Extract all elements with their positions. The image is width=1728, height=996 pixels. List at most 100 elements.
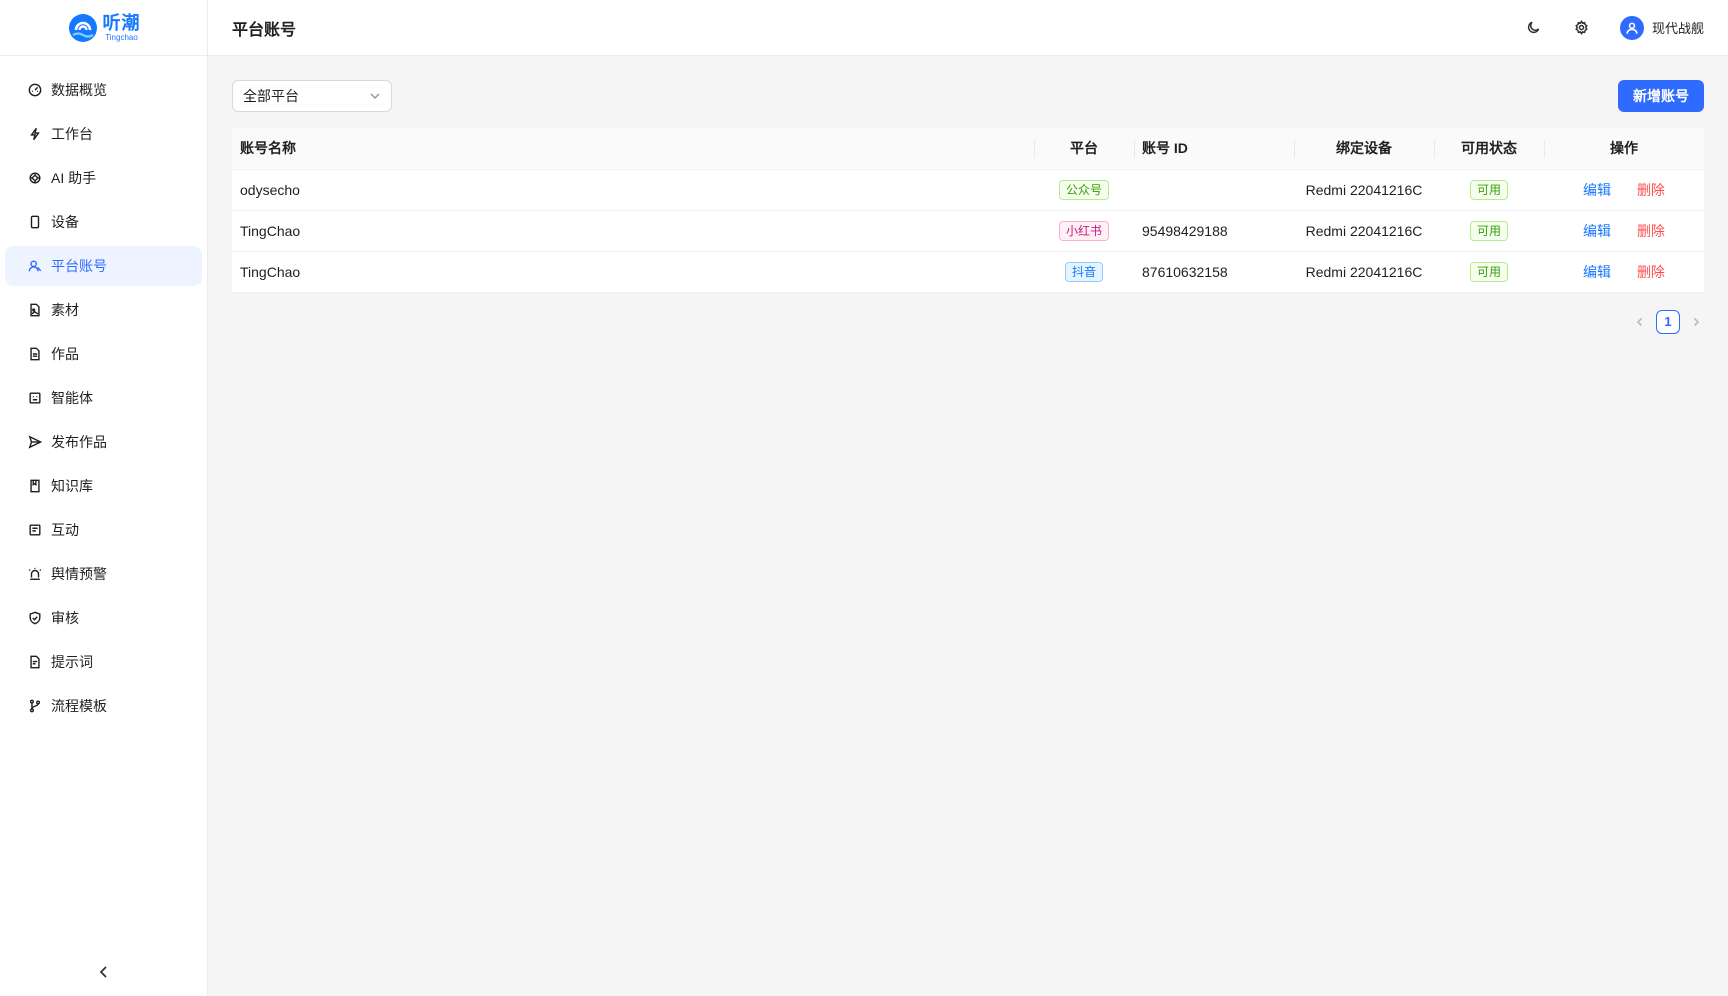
sidebar-item-label: 素材 [51,302,79,318]
table-row: TingChao 抖音 87610632158 Redmi 22041216C … [232,251,1704,293]
column-header-bound-device[interactable]: 绑定设备 [1294,128,1434,170]
status-badge: 可用 [1469,179,1508,200]
sidebar-item-flow-templates[interactable]: 流程模板 [5,686,202,726]
siren-icon [27,566,43,582]
sidebar-item-label: 设备 [51,214,79,230]
sidebar-item-label: AI 助手 [51,170,97,186]
gear-icon [1575,20,1589,35]
logo-name-en: Tingchao [105,32,138,42]
table-row: TingChao 小红书 95498429188 Redmi 22041216C… [232,210,1704,252]
page-number-current[interactable]: 1 [1656,309,1680,334]
user-accounts-icon [27,258,43,274]
sidebar-item-label: 发布作品 [51,434,107,450]
pagination: 1 [232,309,1704,334]
sidebar-item-label: 平台账号 [51,258,107,274]
message-square-icon [27,522,43,538]
sidebar-item-label: 流程模板 [51,698,107,714]
logo-icon [68,13,97,42]
prev-page-button[interactable] [1632,310,1648,334]
column-header-account-name[interactable]: 账号名称 [232,128,1034,170]
sidebar-item-materials[interactable]: 素材 [5,290,202,330]
theme-toggle-button[interactable] [1524,18,1544,38]
sidebar-item-works[interactable]: 作品 [5,334,202,374]
file-prompt-icon [27,654,43,670]
phone-icon [27,214,43,230]
user-icon [1626,22,1638,34]
main-content: 全部平台 新增账号 账号名称 平台 账号 ID 绑定设备 可用状态 操作 ody… [232,80,1704,334]
sidebar-item-workbench[interactable]: 工作台 [5,114,202,154]
logo-name-cn: 听潮 [102,12,141,33]
logo[interactable]: 听潮 Tingchao [0,0,207,56]
next-page-button[interactable] [1688,310,1704,334]
sidebar-item-label: 审核 [51,610,79,626]
platform-tag: 抖音 [1064,261,1103,282]
lightning-icon [27,126,43,142]
device-cell: Redmi 22041216C [1294,210,1434,252]
moon-icon [1528,21,1540,34]
account-id-cell: 87610632158 [1134,251,1294,293]
platform-tag: 小红书 [1058,220,1109,241]
delete-link[interactable]: 删除 [1637,223,1665,239]
sidebar-item-label: 互动 [51,522,79,538]
openai-icon [27,170,43,186]
status-badge: 可用 [1469,261,1508,282]
column-header-account-id[interactable]: 账号 ID [1134,128,1294,170]
device-cell: Redmi 22041216C [1294,251,1434,293]
app-root: 听潮 Tingchao 数据概览 工作台 AI 助手 设备 平台账号 素材 作品… [0,0,1728,996]
send-icon [27,434,43,450]
sidebar-item-agents[interactable]: 智能体 [5,378,202,418]
table-header-row: 账号名称 平台 账号 ID 绑定设备 可用状态 操作 [232,128,1704,170]
delete-link[interactable]: 删除 [1637,264,1665,280]
sidebar-item-review[interactable]: 审核 [5,598,202,638]
sidebar-item-prompts[interactable]: 提示词 [5,642,202,682]
edit-link[interactable]: 编辑 [1583,264,1611,280]
sidebar-item-data-overview[interactable]: 数据概览 [5,70,202,110]
sidebar-menu: 数据概览 工作台 AI 助手 设备 平台账号 素材 作品 智能体 发布作品 知识… [0,56,207,726]
column-header-status[interactable]: 可用状态 [1434,128,1544,170]
sidebar-item-publish-works[interactable]: 发布作品 [5,422,202,462]
file-image-icon [27,302,43,318]
chevron-left-icon [99,966,107,978]
delete-link[interactable]: 删除 [1637,182,1665,198]
table-row: odysecho 公众号 Redmi 22041216C 可用 编辑 删除 [232,169,1704,211]
page-title: 平台账号 [232,21,297,39]
sidebar-item-devices[interactable]: 设备 [5,202,202,242]
file-text-icon [27,346,43,362]
sidebar-item-label: 作品 [51,346,79,362]
sidebar-item-knowledge-base[interactable]: 知识库 [5,466,202,506]
column-header-platform[interactable]: 平台 [1034,128,1134,170]
sidebar-item-label: 舆情预警 [51,566,107,582]
platform-filter-value: 全部平台 [243,88,299,104]
sidebar: 听潮 Tingchao 数据概览 工作台 AI 助手 设备 平台账号 素材 作品… [0,0,208,996]
platform-filter-select[interactable]: 全部平台 [232,80,392,112]
edit-link[interactable]: 编辑 [1583,182,1611,198]
add-account-button[interactable]: 新增账号 [1618,80,1704,112]
account-name-cell: odysecho [232,169,1034,211]
account-name-cell: TingChao [232,251,1034,293]
collapse-sidebar-button[interactable] [0,948,207,996]
shield-check-icon [27,610,43,626]
git-branch-icon [27,698,43,714]
chevron-right-icon [1693,317,1700,326]
chevron-down-icon [370,93,380,100]
sidebar-item-platform-accounts[interactable]: 平台账号 [5,246,202,286]
book-icon [27,478,43,494]
status-badge: 可用 [1469,220,1508,241]
avatar [1619,15,1644,40]
sidebar-item-label: 数据概览 [51,82,107,98]
edit-link[interactable]: 编辑 [1583,223,1611,239]
user-name: 现代战舰 [1651,21,1704,36]
sidebar-item-label: 知识库 [51,478,93,494]
sidebar-item-sentiment-alerts[interactable]: 舆情预警 [5,554,202,594]
accounts-table: 账号名称 平台 账号 ID 绑定设备 可用状态 操作 odysecho 公众号 … [232,128,1704,293]
sidebar-item-ai-assistant[interactable]: AI 助手 [5,158,202,198]
platform-tag: 公众号 [1058,179,1109,200]
top-header: 平台账号 现代战舰 [208,0,1728,56]
account-id-cell [1134,169,1294,211]
sidebar-item-interaction[interactable]: 互动 [5,510,202,550]
sidebar-item-label: 提示词 [51,654,93,670]
user-menu[interactable]: 现代战舰 [1619,15,1704,40]
header-actions: 现代战舰 [1524,15,1704,40]
account-name-cell: TingChao [232,210,1034,252]
settings-button[interactable] [1572,18,1592,38]
